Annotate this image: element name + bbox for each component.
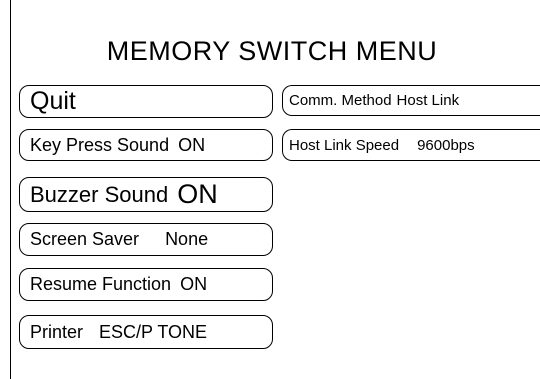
printer-label: Printer xyxy=(30,321,84,342)
buzzer-sound-label: Buzzer Sound xyxy=(30,181,169,207)
printer-value: ESC/P TONE xyxy=(99,321,208,342)
quit-button[interactable]: Quit xyxy=(19,85,273,118)
printer-button[interactable]: Printer ESC/P TONE xyxy=(19,315,273,349)
comm-method-button[interactable]: Comm. Method Host Link xyxy=(282,85,540,116)
screen-frame-border xyxy=(10,0,11,379)
host-link-speed-value: 9600bps xyxy=(417,136,475,154)
screen-saver-label: Screen Saver xyxy=(30,229,140,249)
resume-function-label: Resume Function xyxy=(30,274,172,294)
page-title: MEMORY SWITCH MENU xyxy=(106,36,438,66)
screen-saver-button[interactable]: Screen Saver None xyxy=(19,223,273,256)
quit-button-label: Quit xyxy=(30,87,76,115)
host-link-speed-label: Host Link Speed xyxy=(289,136,400,154)
buzzer-sound-value: ON xyxy=(177,179,218,209)
key-press-sound-label: Key Press Sound xyxy=(30,134,170,155)
memory-switch-screen: MEMORY SWITCH MENU Quit Key Press Sound O… xyxy=(0,0,540,379)
screen-saver-value: None xyxy=(165,229,209,249)
comm-method-value: Host Link xyxy=(396,92,460,109)
host-link-speed-button[interactable]: Host Link Speed 9600bps xyxy=(282,129,540,161)
buzzer-sound-button[interactable]: Buzzer Sound ON xyxy=(19,177,273,212)
comm-method-label: Comm. Method xyxy=(289,92,392,109)
resume-function-button[interactable]: Resume Function ON xyxy=(19,268,273,301)
key-press-sound-button[interactable]: Key Press Sound ON xyxy=(19,129,273,161)
resume-function-value: ON xyxy=(180,274,208,294)
key-press-sound-value: ON xyxy=(178,134,206,155)
